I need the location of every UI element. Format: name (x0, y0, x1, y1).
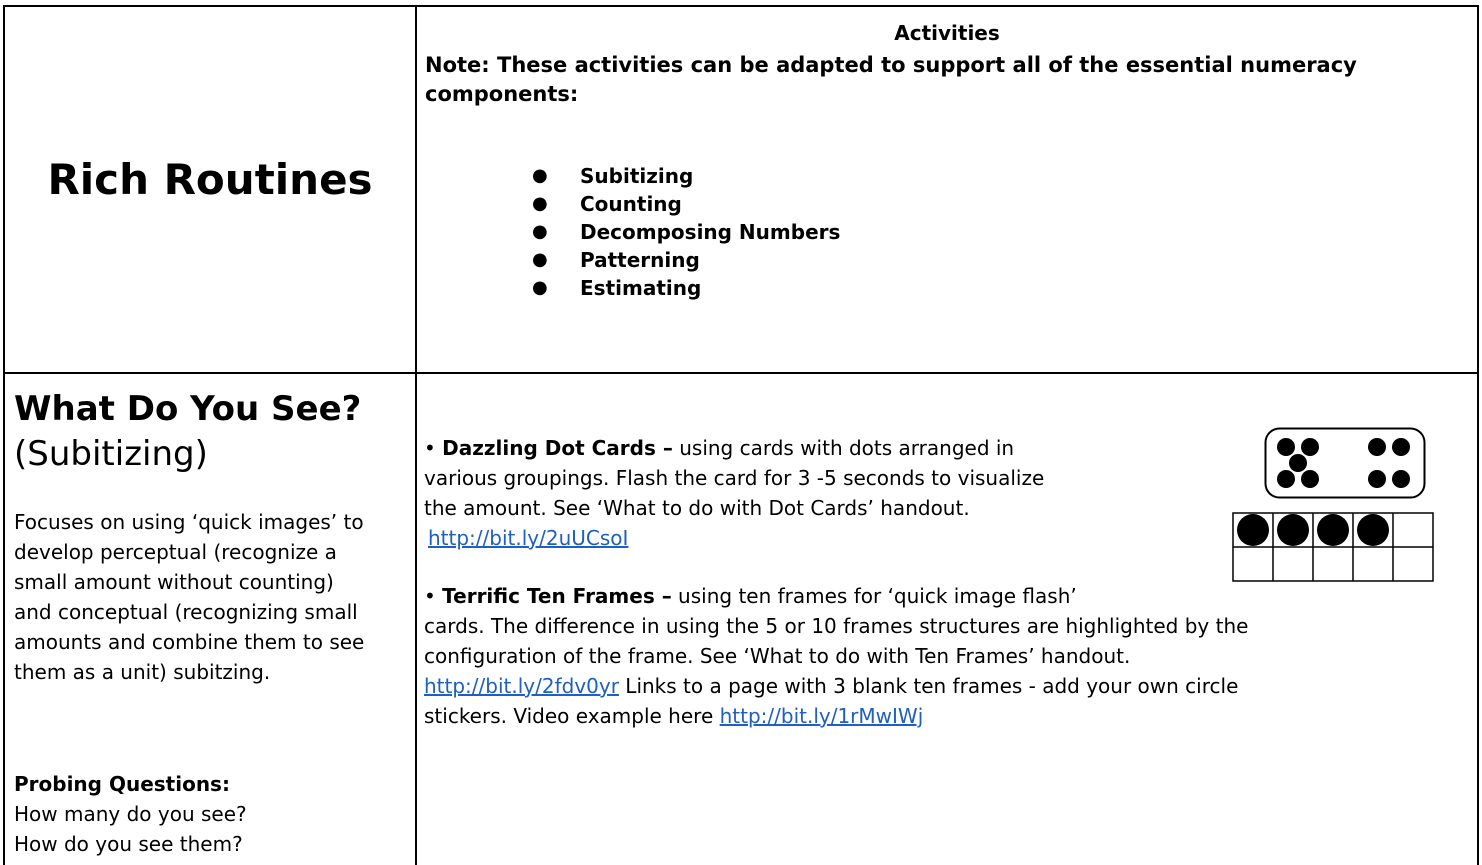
list-item: ● Patterning (532, 248, 700, 272)
description-line: and conceptual (recognizing small (14, 600, 358, 624)
ten-frames-line-3: configuration of the frame. See ‘What to… (424, 644, 1131, 668)
dot-icon (1392, 438, 1410, 456)
table-border-left (3, 5, 5, 865)
dot-icon (1301, 470, 1319, 488)
ten-frames-text: using ten frames for ‘quick image flash’ (671, 584, 1077, 608)
dot-icon (1368, 470, 1386, 488)
ten-frames-name: Terrific Ten Frames – (442, 584, 672, 608)
ten-frames-text: stickers. Video example here (424, 704, 720, 728)
dot-cards-name: Dazzling Dot Cards – (442, 436, 673, 460)
ten-frames-line-1: • Terrific Ten Frames – using ten frames… (424, 584, 1077, 608)
probing-heading: Probing Questions: (14, 772, 230, 796)
ten-frame-counter (1277, 514, 1309, 546)
components-list: ● Subitizing ● Counting ● Decomposing Numbe… (521, 164, 840, 300)
table-border-middle (415, 5, 417, 865)
table-border-right (1477, 5, 1479, 865)
bullet-icon: • (424, 584, 436, 608)
routine-title: What Do You See? (14, 389, 362, 429)
dot-cards-line-3: the amount. See ‘What to do with Dot Car… (424, 496, 970, 520)
page-title: Rich Routines (47, 155, 373, 204)
ten-frames-text: Links to a page with 3 blank ten frames … (618, 674, 1239, 698)
activities-heading: Activities (894, 21, 1000, 45)
ten-frames-line-4: http://bit.ly/2fdv0yr Links to a page wi… (424, 674, 1238, 698)
ten-frames-line-5: stickers. Video example here http://bit.… (424, 704, 923, 728)
bullet-icon: ● (532, 193, 548, 214)
dot-icon (1368, 438, 1386, 456)
list-item: ● Counting (532, 192, 682, 216)
bullet-icon: ● (532, 249, 548, 270)
bullet-icon: ● (532, 277, 548, 298)
bullet-icon: ● (532, 221, 548, 242)
description-line: Focuses on using ‘quick images’ to (14, 510, 364, 534)
dot-cards-text: using cards with dots arranged in (672, 436, 1015, 460)
probing-question: How many do you see? (14, 802, 247, 826)
bullet-icon: • (424, 436, 436, 460)
routines-table: Rich Routines Activities Note: These act… (0, 0, 1482, 865)
list-item: ● Subitizing (532, 164, 694, 188)
list-item: ● Decomposing Numbers (532, 220, 841, 244)
ten-frame-counter (1357, 514, 1389, 546)
description-line: develop perceptual (recognize a (14, 540, 337, 564)
routine-description: Focuses on using ‘quick images’ to devel… (14, 507, 364, 687)
probing-question: How do you see them? (14, 832, 243, 856)
dot-icon (1301, 438, 1319, 456)
dot-card-image (1264, 427, 1426, 499)
dot-cards-line-1: • Dazzling Dot Cards – using cards with … (424, 436, 1014, 460)
dot-icon (1392, 470, 1410, 488)
description-line: them as a unit) subitzing. (14, 660, 271, 684)
ten-frames-line-2: cards. The difference in using the 5 or … (424, 614, 1249, 638)
dot-icon (1277, 470, 1295, 488)
dot-cards-link[interactable]: http://bit.ly/2uUCsoI (428, 526, 628, 550)
ten-frame-image (1232, 512, 1434, 582)
ten-frames-link[interactable]: http://bit.ly/2fdv0yr (424, 674, 619, 698)
table-border-top (3, 5, 1479, 7)
list-item: ● Estimating (532, 276, 702, 300)
dot-icon (1277, 438, 1295, 456)
ten-frame-counter (1317, 514, 1349, 546)
dot-cards-link-line: http://bit.ly/2uUCsoI (428, 526, 628, 550)
description-line: amounts and combine them to see (14, 630, 365, 654)
ten-frame-counter (1237, 514, 1269, 546)
table-row-divider (3, 372, 1479, 374)
note-line-1: Note: These activities can be adapted to… (425, 53, 1357, 77)
description-line: small amount without counting) (14, 570, 334, 594)
dot-icon (1289, 454, 1307, 472)
routine-subtitle: (Subitizing) (14, 434, 208, 474)
dot-cards-line-2: various groupings. Flash the card for 3 … (424, 466, 1045, 490)
bullet-icon: ● (532, 165, 548, 186)
video-example-link[interactable]: http://bit.ly/1rMwIWj (720, 704, 924, 728)
note-line-2: components: (425, 82, 579, 106)
